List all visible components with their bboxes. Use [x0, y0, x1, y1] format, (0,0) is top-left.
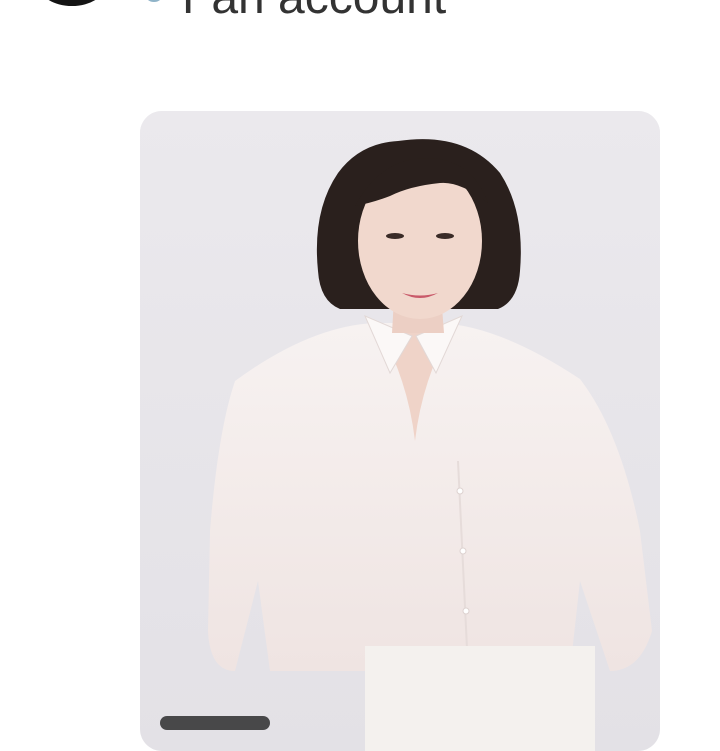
shirt-button [459, 547, 467, 555]
post-header: Fan account [0, 0, 720, 40]
account-name[interactable]: Fan account [182, 0, 446, 22]
eye-right [436, 233, 454, 239]
verified-badge-icon [146, 0, 162, 2]
shirt-button [462, 607, 470, 615]
shirt-button [456, 487, 464, 495]
avatar[interactable] [38, 0, 106, 6]
trousers-shape [365, 646, 595, 751]
post-photo [140, 111, 660, 751]
eye-left [386, 233, 404, 239]
post-media[interactable] [140, 111, 660, 751]
media-indicator-pill [160, 716, 270, 730]
